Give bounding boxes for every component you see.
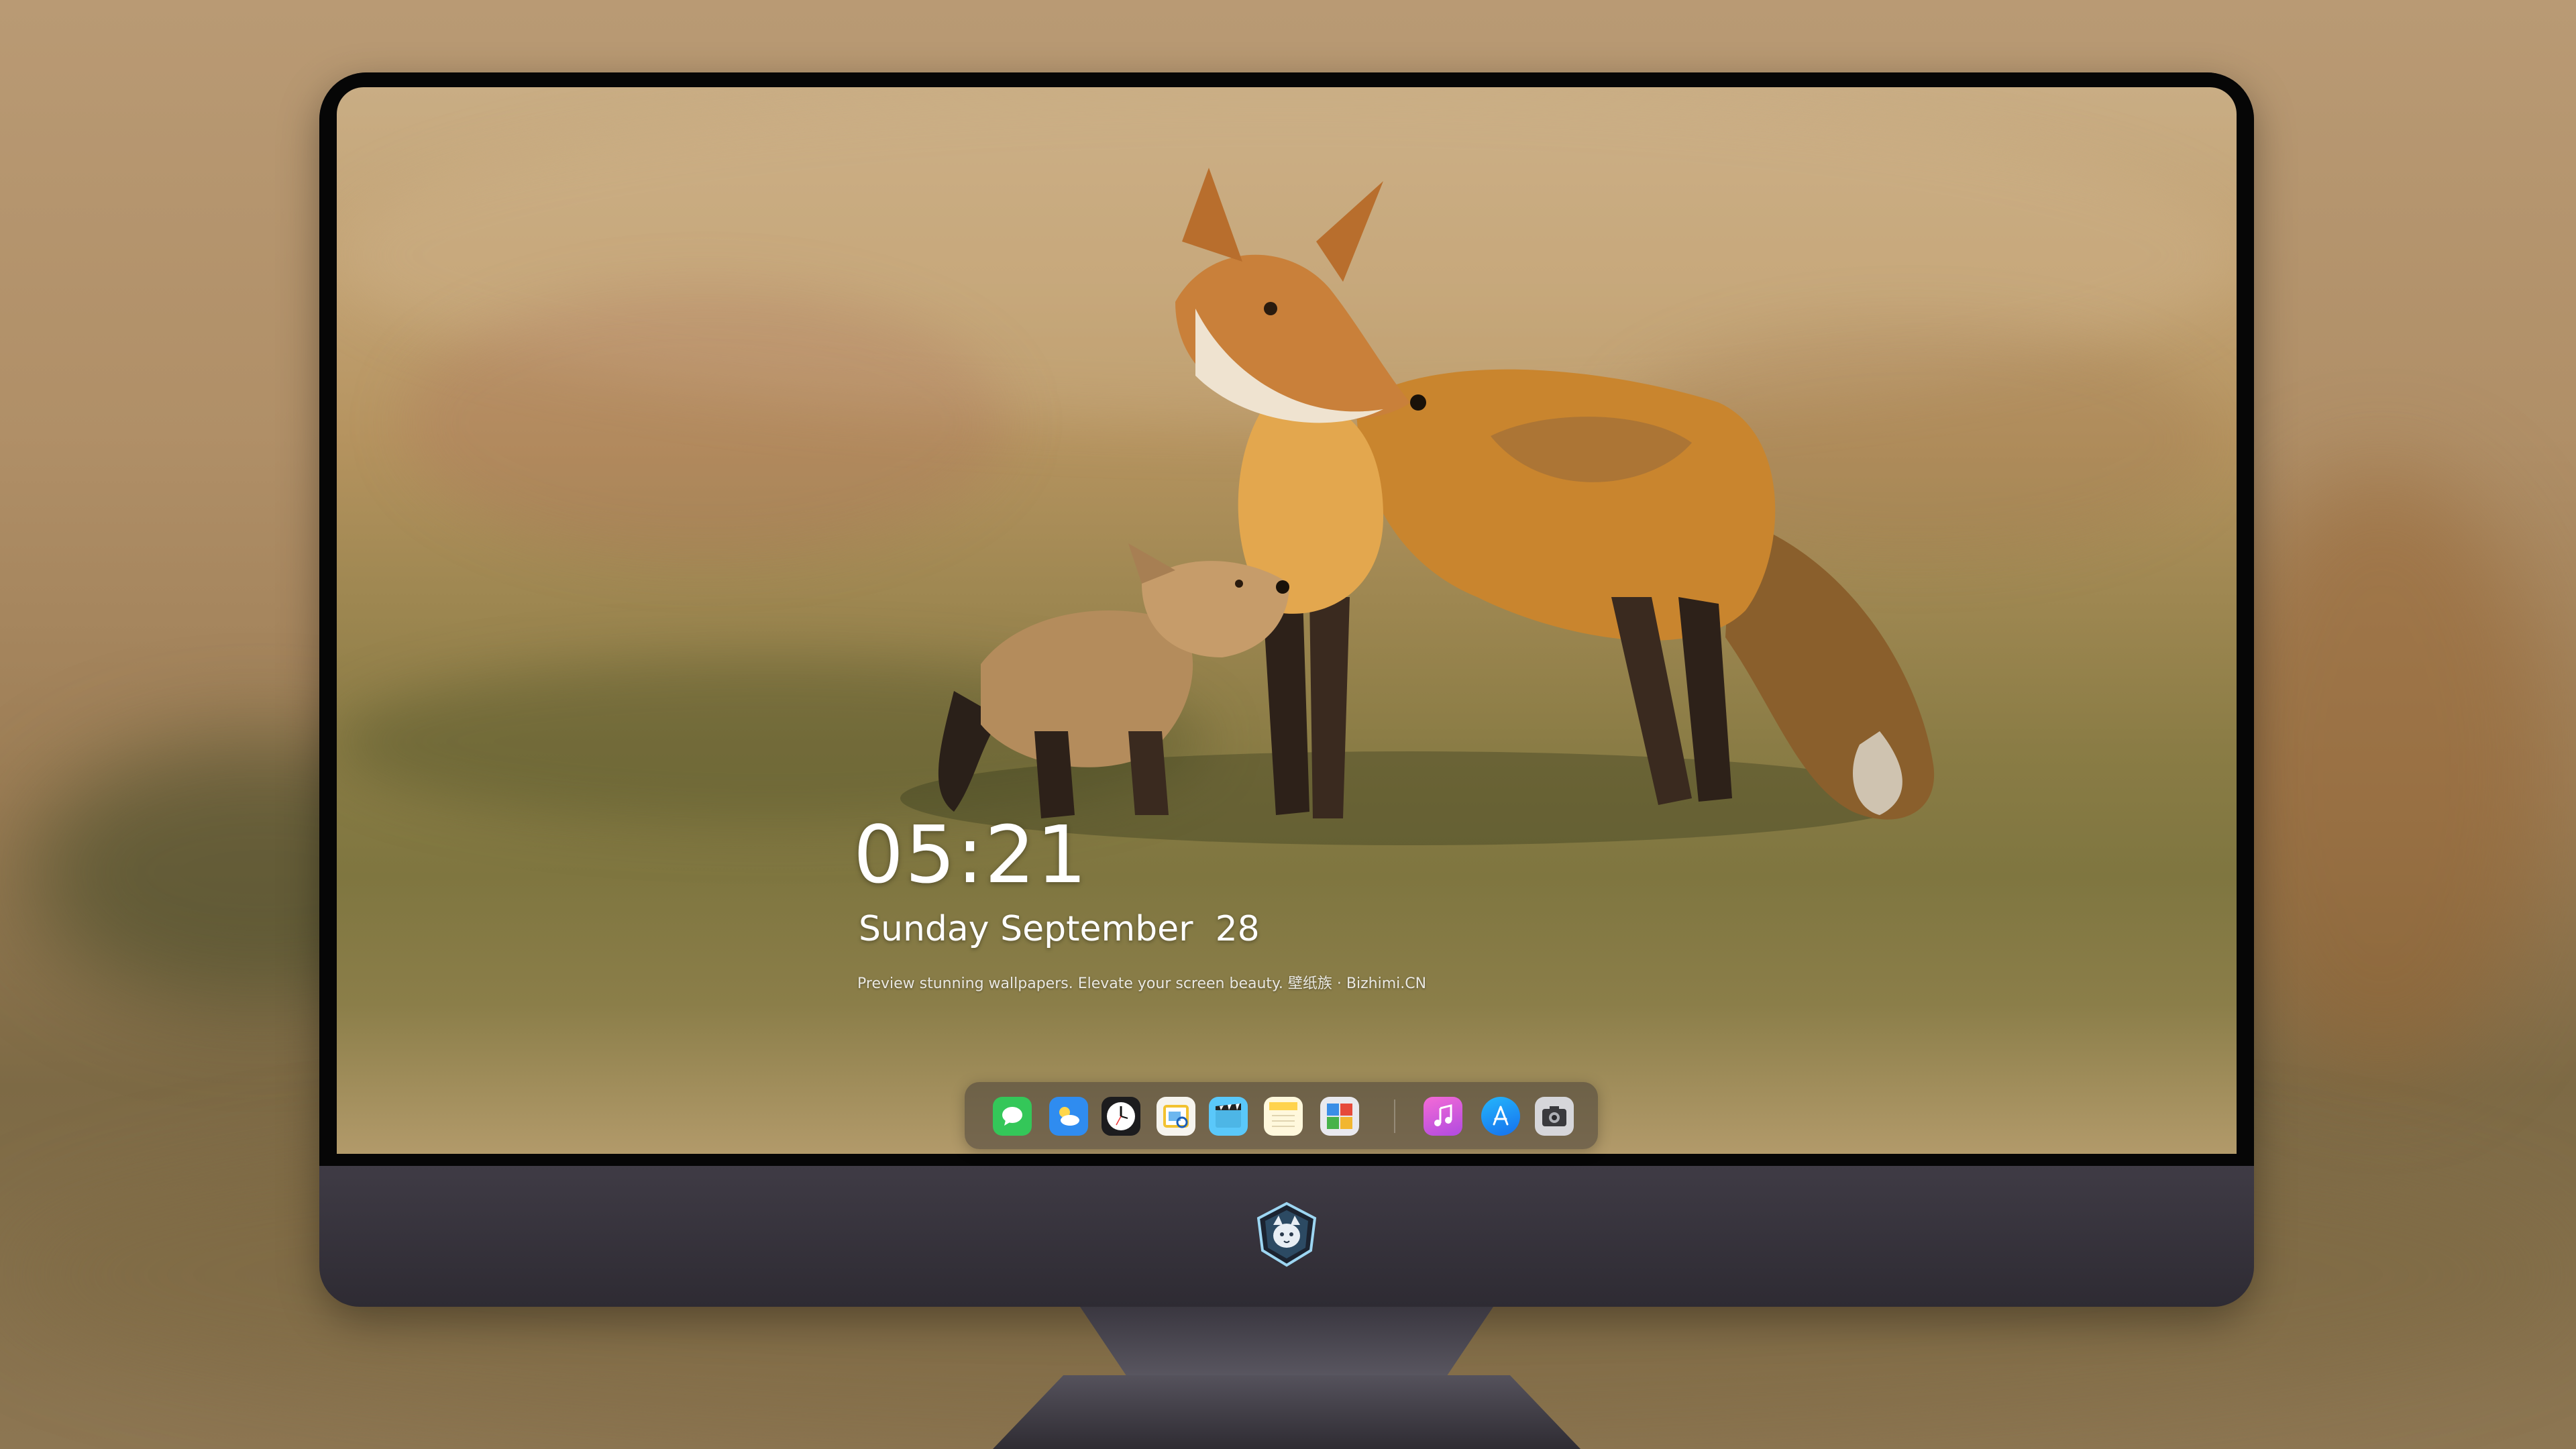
- preview-icon[interactable]: [1157, 1097, 1195, 1136]
- wallpaper-tagline: Preview stunning wallpapers. Elevate you…: [857, 975, 1427, 992]
- wolf-shield-logo-icon: [1256, 1201, 1317, 1267]
- photo-booth-icon[interactable]: [1320, 1097, 1359, 1136]
- messages-icon[interactable]: [993, 1097, 1032, 1136]
- app-store-icon[interactable]: [1481, 1097, 1520, 1136]
- monitor-stand-neck: [1080, 1307, 1493, 1381]
- camera-icon[interactable]: [1535, 1097, 1574, 1136]
- clock-time: 05:21: [853, 808, 1089, 901]
- clock-date: Sunday September 28: [859, 909, 1260, 949]
- dock: [965, 1082, 1598, 1149]
- monitor-stand-base: [993, 1375, 1580, 1449]
- dock-separator: [1394, 1099, 1395, 1133]
- screen-wallpaper: 05:21 Sunday September 28 Preview stunni…: [337, 87, 2237, 1154]
- weather-icon[interactable]: [1049, 1097, 1088, 1136]
- notes-icon[interactable]: [1264, 1097, 1303, 1136]
- fox-wallpaper-image: [900, 168, 1935, 845]
- clock-icon[interactable]: [1102, 1097, 1140, 1136]
- music-icon[interactable]: [1424, 1097, 1462, 1136]
- clips-icon[interactable]: [1209, 1097, 1248, 1136]
